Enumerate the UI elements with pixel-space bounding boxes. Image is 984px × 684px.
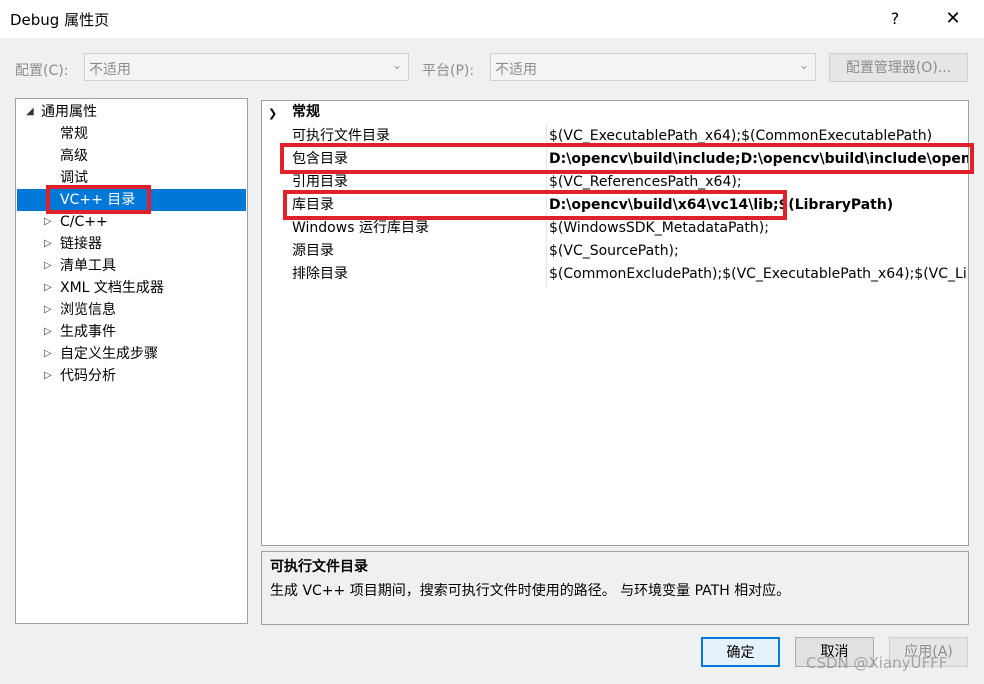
property-name: 排除目录 [292,266,348,282]
description-title: 可执行文件目录 [270,559,368,575]
tree-node-label: 通用属性 [41,104,97,120]
tree-node-label: 清单工具 [60,258,116,274]
description-panel: 可执行文件目录 生成 VC++ 项目期间，搜索可执行文件时使用的路径。 与环境变… [261,551,969,625]
chevron-down-icon: ⌄ [391,58,402,72]
collapsed-triangle-icon: ▷ [44,260,52,271]
property-value: $(CommonExcludePath);$(VC_ExecutablePath… [549,266,968,282]
tree-node-label: XML 文档生成器 [60,280,164,296]
section-title: 常规 [292,104,320,120]
property-name: 源目录 [292,243,334,259]
configuration-manager-button[interactable]: 配置管理器(O)... [829,53,968,82]
platform-value: 不适用 [495,62,537,78]
collapsed-triangle-icon: ▷ [44,282,52,293]
vc-directories-highlight [46,185,151,214]
library-dirs-highlight [283,190,787,220]
chevron-down-icon: ⌄ [798,58,809,72]
property-value: $(WindowsSDK_MetadataPath); [549,220,769,236]
include-dirs-highlight [280,143,974,174]
collapsed-triangle-icon: ▷ [44,348,52,359]
config-combo[interactable]: 不适用 ⌄ [84,53,409,81]
property-tree: ◢ 通用属性 常规 高级 调试 VC++ 目录 ▷ C/C++ ▷ 链接器 ▷ … [15,98,248,624]
title-bar: Debug 属性页 ? ✕ [0,0,984,38]
close-button[interactable]: ✕ [935,4,971,34]
tree-item-advanced[interactable]: 高级 [60,145,88,167]
collapsed-triangle-icon: ▷ [44,238,52,249]
help-button[interactable]: ? [878,4,912,34]
window-title: Debug 属性页 [10,11,110,29]
tree-node-label: 浏览信息 [60,302,116,318]
grid-row-exclude-dirs[interactable]: 排除目录 $(CommonExcludePath);$(VC_Executabl… [262,263,968,286]
config-value: 不适用 [89,62,131,78]
property-value: $(VC_SourcePath); [549,243,679,259]
grid-row-winrt-dirs[interactable]: Windows 运行库目录 $(WindowsSDK_MetadataPath)… [262,217,968,240]
tree-item-general[interactable]: 常规 [60,123,88,145]
tree-node-label: 代码分析 [60,368,116,384]
grid-row-source-dirs[interactable]: 源目录 $(VC_SourcePath); [262,240,968,263]
ok-button[interactable]: 确定 [701,637,780,667]
collapsed-triangle-icon: ▷ [44,304,52,315]
watermark: CSDN @XianyUFFF [806,654,948,672]
collapsed-triangle-icon: ▷ [44,326,52,337]
grid-section-general[interactable]: ❯ 常规 [262,101,968,124]
property-name: Windows 运行库目录 [292,220,429,236]
tree-node-label: 链接器 [60,236,102,252]
chevron-down-icon: ❯ [268,107,278,120]
collapsed-triangle-icon: ▷ [44,370,52,381]
platform-label: 平台(P): [422,63,475,79]
tree-node-label: C/C++ [60,214,108,230]
tree-node-label: 自定义生成步骤 [60,346,158,362]
expanded-triangle-icon: ◢ [26,106,34,117]
platform-combo[interactable]: 不适用 ⌄ [490,53,816,81]
tree-node-label: 生成事件 [60,324,116,340]
description-text: 生成 VC++ 项目期间，搜索可执行文件时使用的路径。 与环境变量 PATH 相… [270,583,791,599]
config-label: 配置(C): [15,63,69,79]
collapsed-triangle-icon: ▷ [44,216,52,227]
